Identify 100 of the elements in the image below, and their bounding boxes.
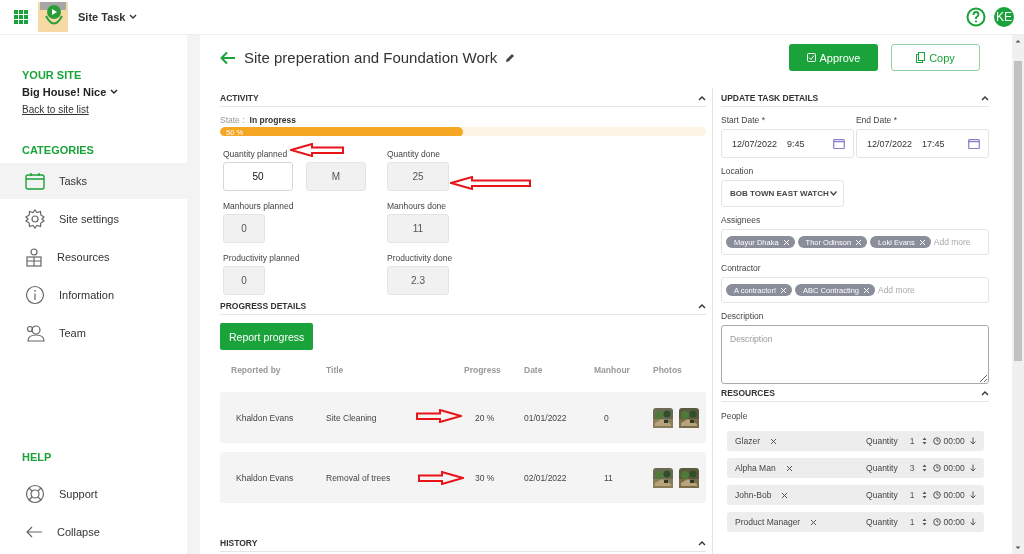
sidebar-item[interactable]: Team xyxy=(0,315,187,351)
column-header: Photos xyxy=(653,365,683,375)
date-time-field[interactable]: 12/07/2022 17:45 xyxy=(855,129,989,158)
collapse-icon[interactable] xyxy=(980,95,989,101)
time-value[interactable]: 00:00 xyxy=(943,490,965,500)
section-heading: RESOURCES xyxy=(721,388,775,398)
collapse-icon[interactable] xyxy=(698,95,706,101)
quantity-label: Quantity xyxy=(866,490,898,500)
stepper-icon[interactable] xyxy=(922,518,928,526)
field-label: Assignees xyxy=(721,215,762,225)
checkbox-icon xyxy=(806,53,816,62)
quantity-label: Quantity xyxy=(866,436,898,446)
section-heading: HELP xyxy=(21,451,53,463)
apps-grid-icon[interactable] xyxy=(14,10,28,24)
quantity-value[interactable]: 1 xyxy=(909,490,915,500)
quantity-value[interactable]: 3 xyxy=(909,463,915,473)
table-cell-text: 30 % xyxy=(474,472,495,483)
chevron-down-icon xyxy=(829,191,837,196)
back-link[interactable]: Back to site list xyxy=(22,104,89,115)
table-cell: 02/01/2022 xyxy=(524,472,567,483)
value-field: 0 xyxy=(223,266,265,295)
date-time-field[interactable]: 12/07/2022 9:45 xyxy=(721,129,854,158)
value-field: 2.3 xyxy=(387,266,449,295)
column-header: Manhour xyxy=(594,365,631,375)
section-heading: UPDATE TASK DETAILS xyxy=(721,93,819,103)
stepper-icon[interactable] xyxy=(922,464,928,472)
table-cell-text: 0 xyxy=(603,412,609,423)
value-field[interactable]: 50 xyxy=(223,162,293,191)
chevron-down-icon[interactable] xyxy=(128,14,137,20)
state-label: State : xyxy=(220,115,245,125)
field-label: Manhours done xyxy=(387,201,447,212)
chevron-down-icon[interactable] xyxy=(110,89,119,95)
quantity-value[interactable]: 1 xyxy=(909,436,915,446)
field-label: Description xyxy=(721,311,765,321)
column-header: Reported by xyxy=(231,365,282,375)
table-cell: Site Cleaning xyxy=(326,412,377,423)
location-select[interactable]: BOB TOWN EAST WATCH xyxy=(721,180,844,207)
collapse-icon[interactable] xyxy=(698,303,706,309)
value-field: 11 xyxy=(387,214,449,243)
time-value[interactable]: 00:00 xyxy=(943,463,965,473)
field-label: Location xyxy=(721,166,755,176)
annotation-arrow xyxy=(290,143,344,157)
table-cell: Removal of trees xyxy=(326,472,391,483)
description-field[interactable]: Description xyxy=(721,325,989,384)
field-label: Productivity planned xyxy=(223,253,300,264)
arrow-down-icon[interactable] xyxy=(969,464,976,472)
table-cell-text: Khaldon Evans xyxy=(235,412,294,423)
annotation-arrow xyxy=(416,409,462,423)
field-label: Start Date * xyxy=(721,115,766,125)
sidebar-item[interactable]: Collapse xyxy=(0,514,187,550)
quantity-value[interactable]: 1 xyxy=(909,517,915,527)
resource-name: John-Bob xyxy=(735,490,772,500)
remove-icon[interactable] xyxy=(781,491,789,499)
annotation-arrow xyxy=(418,471,464,485)
field-label: Contractor xyxy=(721,263,762,273)
time-value[interactable]: 00:00 xyxy=(943,436,965,446)
arrow-down-icon[interactable] xyxy=(969,491,976,499)
app-title: Site Task xyxy=(78,11,126,23)
remove-icon[interactable] xyxy=(770,437,778,445)
resource-name: Glazer xyxy=(735,436,761,446)
stepper-icon[interactable] xyxy=(922,491,928,499)
collapse-icon[interactable] xyxy=(980,390,989,396)
collapse-icon[interactable] xyxy=(698,540,706,546)
arrow-left-icon xyxy=(25,525,43,539)
remove-icon[interactable] xyxy=(810,518,818,526)
pencil-icon[interactable] xyxy=(505,52,516,63)
quantity-label: Quantity xyxy=(866,517,898,527)
sidebar-item[interactable]: Site settings xyxy=(0,201,187,237)
column-header: Date xyxy=(524,365,544,375)
calendar-icon[interactable] xyxy=(967,138,980,149)
stepper-icon[interactable] xyxy=(922,437,928,445)
clock-icon xyxy=(933,437,942,445)
resource-name: Alpha Man xyxy=(735,463,776,473)
value-field: M xyxy=(306,162,366,191)
scrollbar-thumb[interactable] xyxy=(1014,61,1022,361)
boxes-icon xyxy=(25,247,43,267)
section-heading: PROGRESS DETAILS xyxy=(220,301,307,311)
sidebar-item[interactable]: Information xyxy=(0,277,187,313)
clock-icon xyxy=(933,491,942,499)
gear-icon xyxy=(25,209,45,229)
sidebar-item[interactable]: Tasks xyxy=(0,163,187,199)
arrow-down-icon[interactable] xyxy=(969,437,976,445)
field-label: Quantity done xyxy=(387,149,440,160)
page-title: Site preperation and Foundation Work xyxy=(244,49,498,66)
value-field: 25 xyxy=(387,162,449,191)
calendar-icon[interactable] xyxy=(832,138,845,149)
info-icon xyxy=(25,285,45,305)
team-icon xyxy=(25,324,45,342)
state-value: In progress xyxy=(249,115,296,125)
time-value[interactable]: 00:00 xyxy=(943,517,965,527)
sidebar-item[interactable]: Support xyxy=(0,476,187,512)
back-arrow-icon[interactable] xyxy=(220,50,236,65)
table-cell: 01/01/2022 xyxy=(524,412,567,423)
help-icon[interactable] xyxy=(966,7,986,27)
field-label: Productivity done xyxy=(387,253,453,264)
sidebar-item[interactable]: Resources xyxy=(0,239,187,275)
resource-name: Product Manager xyxy=(735,517,801,527)
remove-icon[interactable] xyxy=(785,464,793,472)
lifebuoy-icon xyxy=(25,484,45,504)
arrow-down-icon[interactable] xyxy=(969,518,976,526)
